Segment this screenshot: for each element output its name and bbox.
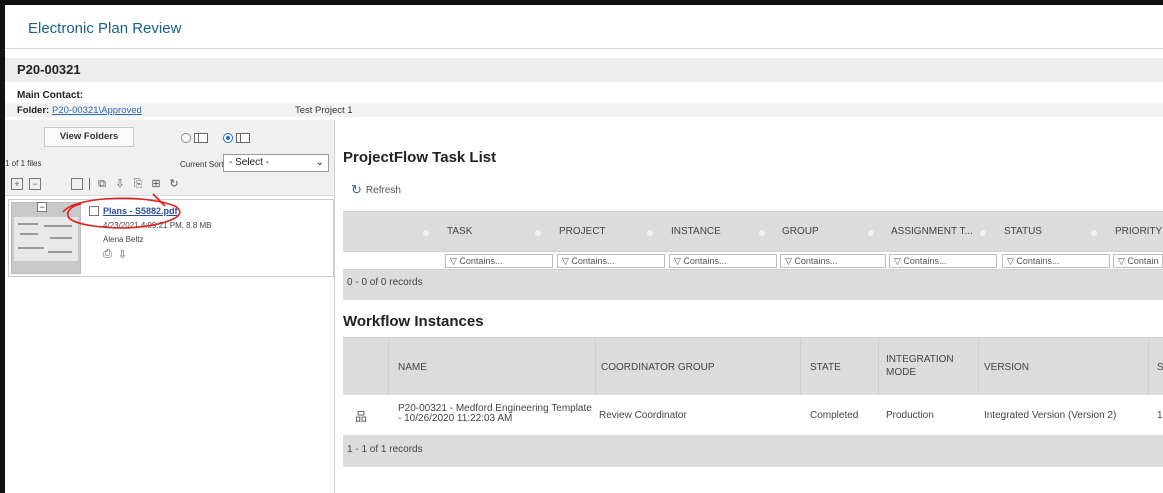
wf-col-state[interactable]: STATE — [810, 362, 841, 373]
wf-cell-state: Completed — [810, 410, 859, 421]
radio-list-view[interactable] — [181, 133, 191, 143]
main-contact: Main Contact: — [17, 90, 83, 101]
task-records-count: 0 - 0 of 0 records — [347, 277, 423, 288]
sort-indicator — [423, 230, 429, 236]
filter-priority[interactable]: ▽ Contain — [1113, 254, 1163, 268]
folder-label: Folder: — [17, 105, 50, 116]
view-toggle-list[interactable] — [181, 132, 208, 144]
main-contact-label: Main Contact: — [17, 90, 84, 101]
folder-path-link[interactable]: P20-00321\Approved — [52, 105, 142, 116]
file-checkbox[interactable] — [89, 206, 99, 216]
workflow-records-count: 1 - 1 of 1 records — [347, 444, 423, 455]
wf-col-coordinator[interactable]: COORDINATOR GROUP — [601, 362, 715, 373]
refresh-label: Refresh — [365, 184, 401, 196]
filter-status[interactable]: ▽ Contains... — [1002, 254, 1110, 268]
radio-split-view[interactable] — [223, 133, 233, 143]
task-grid-footer: 0 - 0 of 0 records — [343, 270, 1163, 300]
file-toolbar: View Folders 1 of 1 files Current Sort: … — [5, 120, 334, 196]
filter-instance[interactable]: ▽ Contains... — [669, 254, 777, 268]
col-status[interactable]: STATUS — [1004, 226, 1042, 237]
wf-cell-coordinator: Review Coordinator — [599, 410, 687, 421]
split-layout-icon — [236, 133, 250, 143]
col-project[interactable]: PROJECT — [559, 226, 606, 237]
col-instance[interactable]: INSTANCE — [671, 226, 721, 237]
file-name-link[interactable]: Plans - S5882.pdf — [103, 206, 178, 216]
wf-col-version[interactable]: VERSION — [984, 362, 1029, 373]
title-divider — [5, 48, 1163, 49]
copy-icon[interactable]: ⎘ — [132, 178, 144, 190]
view-folders-button[interactable]: View Folders — [44, 127, 134, 147]
task-filter-row: ▽ Contains... ▽ Contains... ▽ Contains..… — [343, 251, 1163, 270]
sort-select-value: - Select - — [229, 157, 270, 168]
preview-icon[interactable]: ⎙ — [103, 248, 112, 261]
col-priority[interactable]: PRIORITY — [1115, 226, 1162, 237]
chevron-down-icon: ⌄ — [315, 157, 324, 168]
list-layout-icon — [194, 133, 208, 143]
thumbnail-page — [14, 217, 78, 261]
compare-icon[interactable]: ⧉ — [96, 178, 108, 190]
file-author: Alena Beltz — [103, 235, 144, 244]
workflow-grid-header: NAME COORDINATOR GROUP STATE INTEGRATION… — [343, 337, 1163, 396]
project-id: P20-00321 — [17, 62, 81, 77]
folder-row: Folder: P20-00321\Approved Test Project … — [5, 103, 1163, 117]
file-actions: ⎙ ⇩ — [103, 248, 127, 261]
project-bar: P20-00321 — [5, 58, 1163, 82]
filter-group[interactable]: ▽ Contains... — [780, 254, 886, 268]
wf-col-s[interactable]: S — [1157, 362, 1163, 373]
sort-indicator — [868, 230, 874, 236]
refresh-icon: ↻ — [351, 182, 362, 197]
filter-project[interactable]: ▽ Contains... — [557, 254, 665, 268]
download-icon[interactable]: ⇩ — [114, 178, 126, 190]
toolbar-separator — [89, 178, 90, 190]
wf-col-name[interactable]: NAME — [398, 362, 427, 373]
col-assignment[interactable]: ASSIGNMENT T... — [891, 226, 973, 237]
file-thumbnail[interactable] — [11, 202, 81, 274]
file-panel: View Folders 1 of 1 files Current Sort: … — [5, 120, 335, 493]
sort-indicator — [647, 230, 653, 236]
collapse-all-icon[interactable]: − — [29, 178, 41, 190]
select-all-icon[interactable] — [71, 178, 83, 190]
workflow-row[interactable]: 品 P20-00321 - Medford Engineering Templa… — [343, 395, 1163, 435]
view-toggle-split[interactable] — [223, 132, 250, 144]
sort-indicator — [535, 230, 541, 236]
expand-all-icon[interactable]: + — [11, 178, 23, 190]
app-title[interactable]: Electronic Plan Review — [28, 20, 181, 37]
sort-select[interactable]: - Select - ⌄ — [223, 154, 329, 172]
workflow-hierarchy-icon[interactable]: 品 — [355, 408, 367, 425]
file-count: 1 of 1 files — [5, 159, 42, 168]
file-meta: 4/23/2021 4:09:21 PM, 8.8 MB — [103, 221, 212, 230]
wf-cell-version: Integrated Version (Version 2) — [984, 410, 1117, 421]
collapse-file-icon[interactable]: − — [37, 202, 47, 212]
workflow-grid-footer: 1 - 1 of 1 records — [343, 435, 1163, 467]
refresh-icon[interactable]: ↻ — [168, 178, 180, 190]
file-tool-icons: + − ⧉ ⇩ ⎘ ⊞ ↻ — [11, 178, 180, 190]
workflow-title: Workflow Instances — [343, 313, 484, 330]
merge-icon[interactable]: ⊞ — [150, 178, 162, 190]
sort-indicator — [980, 230, 986, 236]
wf-col-integration[interactable]: INTEGRATION MODE — [886, 353, 954, 379]
file-card[interactable]: − Plans - S5882.pdf 4/23/2021 4:09:21 PM… — [8, 199, 334, 277]
col-group[interactable]: GROUP — [782, 226, 819, 237]
wf-cell-name[interactable]: P20-00321 - Medford Engineering Template… — [398, 404, 592, 424]
sort-label: Current Sort: — [180, 160, 226, 169]
project-name: Test Project 1 — [295, 105, 353, 116]
filter-task[interactable]: ▽ Contains... — [445, 254, 553, 268]
task-list-title: ProjectFlow Task List — [343, 149, 497, 166]
sort-indicator — [1091, 230, 1097, 236]
wf-cell-s: 1 — [1157, 410, 1163, 421]
sort-indicator — [759, 230, 765, 236]
task-grid-header: TASK PROJECT INSTANCE GROUP ASSIGNMENT T… — [343, 211, 1163, 251]
download-file-icon[interactable]: ⇩ — [118, 248, 127, 261]
col-task[interactable]: TASK — [447, 226, 472, 237]
filter-assignment[interactable]: ▽ Contains... — [889, 254, 997, 268]
wf-cell-integration: Production — [886, 410, 934, 421]
refresh-button[interactable]: ↻ Refresh — [351, 182, 401, 198]
